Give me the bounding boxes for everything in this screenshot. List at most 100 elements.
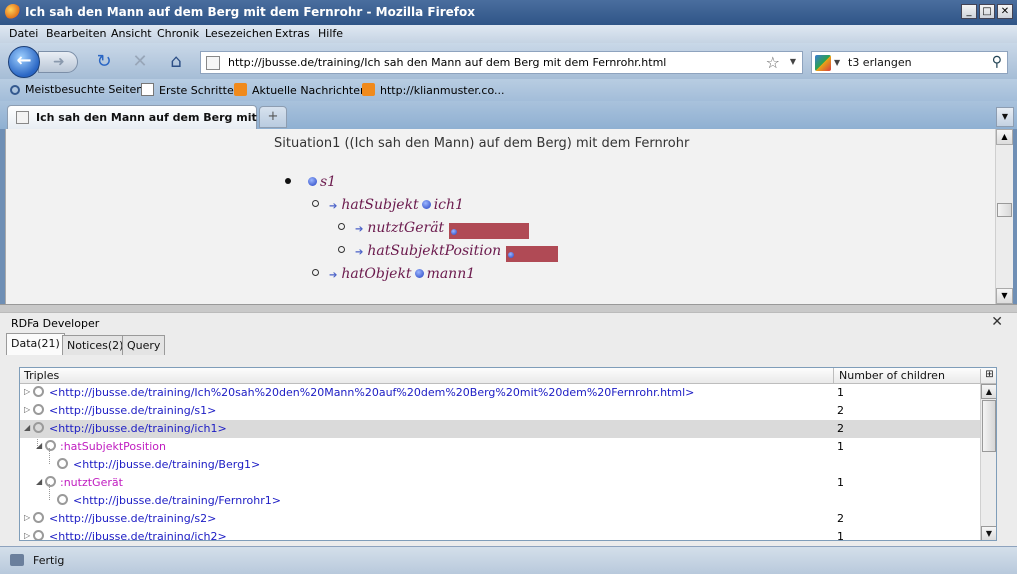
bullet-icon [338,223,345,230]
menu-bearbeiten[interactable]: Bearbeiten [46,27,106,40]
table-row[interactable]: <http://jbusse.de/training/Berg1> [20,455,980,474]
scroll-thumb[interactable] [997,203,1012,217]
expand-twisty-icon[interactable]: ▷ [24,513,30,522]
menu-chronik[interactable]: Chronik [157,27,199,40]
forward-arrow-icon: ➜ [53,54,65,70]
stop-icon[interactable]: ✕ [130,53,150,73]
info-icon [421,200,431,209]
tree-header: Triples Number of children ⊞ [20,368,996,384]
url-bar[interactable]: http://jbusse.de/training/Ich sah den Ma… [200,51,803,74]
collapse-twisty-icon[interactable]: ◢ [36,477,42,486]
column-divider [833,368,834,384]
row-label: <http://jbusse.de/training/s2> [49,512,217,525]
forward-button[interactable]: ➜ [38,51,78,73]
page-scrollbar[interactable]: ▲ ▼ [995,129,1013,304]
column-picker-icon[interactable]: ⊞ [980,369,996,384]
triples-tree[interactable]: Triples Number of children ⊞ ▷ <http://j… [19,367,997,541]
property-arrow-icon: ➔ [355,224,364,235]
resource-s1[interactable]: s1 [320,174,336,190]
tab-label: Ich sah den Mann auf dem Berg mit ... [36,111,274,124]
table-row[interactable]: ▷ <http://jbusse.de/training/s1> 2 [20,401,980,420]
bookmark-meistbesuchte[interactable]: Meistbesuchte Seiten [10,83,143,96]
bookmark-label: Erste Schritte [159,84,234,97]
expand-twisty-icon[interactable]: ▷ [24,387,30,396]
scroll-down-icon[interactable]: ▼ [981,526,996,540]
minimize-button[interactable]: _ [961,4,977,19]
info-icon [414,269,424,278]
table-row[interactable]: ◢ <http://jbusse.de/training/ich1> 2 [20,419,980,438]
bullet-icon [312,200,319,207]
status-icon [10,554,24,566]
collapse-twisty-icon[interactable]: ◢ [36,441,42,450]
menu-extras[interactable]: Extras [275,27,310,40]
menu-ansicht[interactable]: Ansicht [111,27,152,40]
column-triples[interactable]: Triples [24,369,59,382]
property-hatobjekt[interactable]: hatObjekt [341,266,411,282]
rss-icon [234,83,247,96]
menu-lesezeichen[interactable]: Lesezeichen [205,27,273,40]
search-input[interactable]: t3 erlangen [848,56,912,69]
url-text[interactable]: http://jbusse.de/training/Ich sah den Ma… [228,56,666,69]
bookmark-klianmuster[interactable]: http://klianmuster.co... [362,83,504,97]
row-count: 2 [837,422,844,435]
bookmark-star-icon[interactable]: ☆ [766,53,780,72]
link-icon [30,401,47,418]
bookmark-aktuelle-nachrichten[interactable]: Aktuelle Nachrichten [234,83,367,97]
table-row[interactable]: ▷ <http://jbusse.de/training/s2> 2 [20,509,980,528]
link-icon [30,383,47,400]
table-row[interactable]: ◢ :hatSubjektPosition 1 [20,437,980,456]
highlighted-resource[interactable] [505,246,558,262]
row-label: <http://jbusse.de/training/Ich%20sah%20d… [49,386,695,399]
search-engine-icon[interactable] [815,55,831,71]
menu-hilfe[interactable]: Hilfe [318,27,343,40]
reload-icon[interactable]: ↻ [94,53,114,73]
new-tab-button[interactable]: + [259,106,287,128]
expand-twisty-icon[interactable]: ▷ [24,405,30,414]
resource-ich1[interactable]: ich1 [434,197,464,213]
property-hatsubjektposition[interactable]: hatSubjektPosition [367,243,501,259]
tab-notices[interactable]: Notices(2) [62,335,129,355]
status-bar: Fertig [0,546,1017,574]
panel-close-icon[interactable]: ✕ [991,314,1003,330]
tab-current[interactable]: Ich sah den Mann auf dem Berg mit ... [7,105,273,129]
table-row[interactable]: ▷ <http://jbusse.de/training/ich2> 1 [20,527,980,540]
search-engine-dropdown-icon[interactable]: ▼ [834,58,840,67]
property-nutztgeraet[interactable]: nutztGerät [367,220,444,236]
scroll-up-icon[interactable]: ▲ [981,384,996,399]
expand-twisty-icon[interactable]: ▷ [24,531,30,540]
bookmark-label: Meistbesuchte Seiten [25,83,144,96]
back-arrow-icon: ← [16,50,32,71]
window-title: Ich sah den Mann auf dem Berg mit dem Fe… [25,5,475,19]
tab-list-dropdown-icon[interactable]: ▼ [996,107,1014,127]
table-row[interactable]: <http://jbusse.de/training/Fernrohr1> [20,491,980,510]
resource-mann1[interactable]: mann1 [427,266,476,282]
close-window-button[interactable]: ✕ [997,4,1013,19]
scroll-down-icon[interactable]: ▼ [996,288,1013,304]
tab-query[interactable]: Query [122,335,166,355]
back-button[interactable]: ← [8,46,40,78]
menu-datei[interactable]: Datei [9,27,38,40]
home-icon[interactable]: ⌂ [166,53,186,73]
tab-data[interactable]: Data(21) [6,333,65,355]
highlighted-resource[interactable] [448,223,529,239]
url-history-dropdown-icon[interactable]: ▼ [790,57,796,66]
collapse-twisty-icon[interactable]: ◢ [24,423,30,432]
search-bar[interactable]: ▼ t3 erlangen ⚲ [811,51,1008,74]
link-icon [30,419,47,436]
table-row[interactable]: ◢ :nutztGerät 1 [20,473,980,492]
tree-node-hatobjekt: ➔ hatObjekt mann1 [312,266,475,282]
firefox-icon [5,4,21,20]
property-hatsubjekt[interactable]: hatSubjekt [341,197,418,213]
search-magnifier-icon[interactable]: ⚲ [992,54,1002,70]
column-number-of-children[interactable]: Number of children [839,369,945,382]
tree-node-hatsubjektposition: ➔ hatSubjektPosition [338,243,558,262]
page-content: Situation1 ((Ich sah den Mann) auf dem B… [5,129,995,304]
scroll-thumb[interactable] [982,400,996,452]
maximize-button[interactable]: □ [979,4,995,19]
link-icon [30,527,47,540]
table-row[interactable]: ▷ <http://jbusse.de/training/Ich%20sah%2… [20,383,980,402]
panel-splitter[interactable] [0,304,1017,312]
scroll-up-icon[interactable]: ▲ [996,129,1013,145]
tree-scrollbar[interactable]: ▲ ▼ [980,384,996,540]
bookmark-erste-schritte[interactable]: Erste Schritte [141,83,234,97]
